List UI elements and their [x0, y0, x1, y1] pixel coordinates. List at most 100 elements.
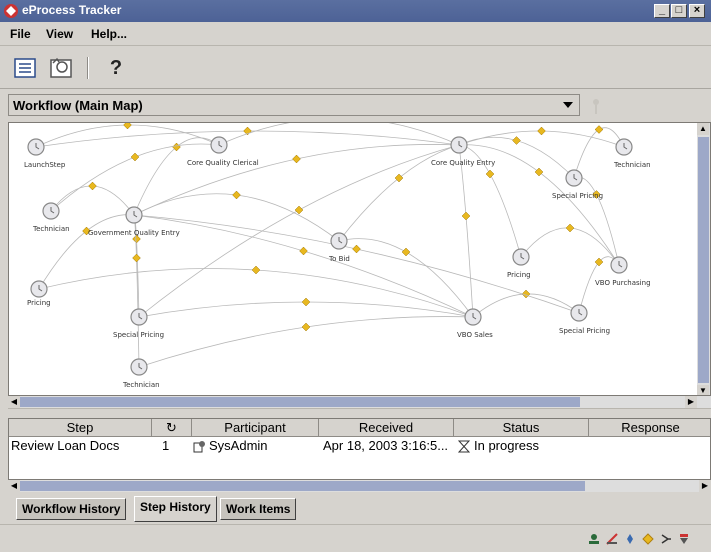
workflow-step-label: VBO Purchasing	[595, 279, 651, 287]
workflow-diagram: LaunchStep Core Quality Clerical Core Qual…	[24, 123, 651, 389]
menu-bar: File View Help...	[0, 22, 711, 46]
workflow-step-label: Special Pricing	[113, 331, 164, 339]
menu-view[interactable]: View	[46, 27, 73, 41]
decision-diamond-icon[interactable]	[132, 253, 141, 263]
cell-participant: SysAdmin	[209, 438, 268, 453]
workflow-connector	[133, 214, 580, 314]
workflow-connector	[38, 268, 474, 318]
toolbar: ?	[0, 47, 711, 89]
workflow-map[interactable]: LaunchStep Core Quality Clerical Core Qual…	[8, 122, 711, 396]
navigate-icon[interactable]	[589, 96, 603, 116]
decision-diamond-icon[interactable]	[565, 223, 575, 233]
close-button[interactable]: ×	[689, 4, 705, 18]
map-vertical-scrollbar[interactable]: ▲ ▼	[697, 123, 710, 395]
map-view-icon[interactable]	[48, 55, 74, 81]
workflow-selector-bar: Workflow (Main Map)	[0, 90, 711, 122]
title-bar: eProcess Tracker _ □ ×	[0, 0, 711, 22]
workflow-step-label: Core Quality Entry	[431, 159, 495, 167]
toolbar-separator	[87, 57, 89, 79]
scroll-left-arrow-icon[interactable]: ◀	[8, 396, 20, 408]
table-row[interactable]: Review Loan Docs 1 SysAdmin Apr 18, 2003…	[9, 437, 710, 455]
decision-diamond-icon[interactable]	[88, 181, 97, 191]
decision-diamond-icon[interactable]	[485, 169, 495, 179]
column-header-participant[interactable]: Participant	[192, 419, 319, 437]
cell-step: Review Loan Docs	[11, 438, 120, 453]
tab-work-items[interactable]: Work Items	[220, 498, 297, 520]
refresh-cycle-icon: ↻	[166, 420, 177, 435]
app-logo-icon	[4, 4, 18, 18]
decision-diamond-icon[interactable]	[512, 136, 521, 145]
status-bar	[0, 524, 711, 552]
decision-diamond-icon[interactable]	[537, 126, 546, 136]
menu-help[interactable]: Help...	[91, 27, 127, 41]
column-header-status[interactable]: Status	[454, 419, 589, 437]
user-status-icon	[589, 534, 599, 544]
decision-diamond-icon[interactable]	[461, 211, 471, 221]
decision-diamond-icon[interactable]	[299, 246, 308, 256]
help-button[interactable]: ?	[103, 55, 129, 81]
step-history-table: Step ↻ Participant Received Status Respo…	[8, 418, 711, 480]
cell-count: 1	[162, 438, 170, 453]
workflow-step-label: Special Pricing	[552, 192, 603, 200]
scroll-right-arrow-icon[interactable]: ▶	[685, 396, 697, 408]
decision-diamond-icon[interactable]	[401, 247, 411, 257]
scroll-up-arrow-icon[interactable]: ▲	[697, 123, 709, 135]
decision-diamond-icon[interactable]	[301, 322, 311, 332]
workflow-step-label: Technician	[613, 161, 651, 169]
column-header-count[interactable]: ↻	[152, 419, 192, 437]
decision-diamond-icon[interactable]	[534, 167, 544, 177]
workflow-connector	[218, 123, 460, 146]
workflow-step-label: Technician	[32, 225, 70, 233]
workflow-step-label: Core Quality Clerical	[187, 159, 259, 167]
workflow-step-label: LaunchStep	[24, 161, 66, 169]
window-title: eProcess Tracker	[22, 3, 122, 17]
workflow-step-label: Special Pricing	[559, 327, 610, 335]
scroll-down-arrow-icon[interactable]: ▼	[697, 385, 709, 395]
cell-received: Apr 18, 2003 3:16:5...	[323, 438, 449, 453]
cell-status: In progress	[474, 438, 540, 453]
minimize-button[interactable]: _	[654, 4, 670, 18]
decision-diamond-icon[interactable]	[123, 123, 132, 130]
decision-diamond-icon[interactable]	[251, 265, 261, 275]
diamond-status-icon	[642, 533, 654, 545]
table-horizontal-scrollbar[interactable]: ◀ ▶	[8, 480, 711, 492]
decision-diamond-icon[interactable]	[394, 173, 404, 183]
filter-status-icon	[680, 534, 688, 544]
workflow-step-label: Government Quality Entry	[88, 229, 180, 237]
marker-status-icon	[627, 534, 633, 544]
history-tabs: Workflow History Step History Work Items	[8, 496, 711, 522]
decision-diamond-icon[interactable]	[292, 154, 301, 164]
table-scroll-right-arrow-icon[interactable]: ▶	[699, 480, 711, 492]
chevron-down-icon	[563, 102, 573, 108]
decision-diamond-icon[interactable]	[301, 297, 311, 307]
list-view-icon[interactable]	[12, 55, 38, 81]
table-scroll-thumb[interactable]	[20, 481, 585, 491]
table-header: Step ↻ Participant Received Status Respo…	[9, 419, 710, 437]
workflow-dropdown[interactable]: Workflow (Main Map)	[8, 94, 580, 116]
workflow-step-label: Pricing	[507, 271, 531, 279]
edit-status-icon	[606, 533, 618, 545]
decision-diamond-icon[interactable]	[352, 244, 361, 254]
tab-workflow-history[interactable]: Workflow History	[16, 498, 127, 520]
column-header-response[interactable]: Response	[589, 419, 710, 437]
hourglass-icon	[458, 440, 470, 453]
decision-diamond-icon[interactable]	[232, 190, 241, 200]
decision-diamond-icon[interactable]	[130, 152, 140, 162]
map-horizontal-scrollbar[interactable]: ◀ ▶	[8, 396, 711, 408]
maximize-button[interactable]: □	[671, 4, 687, 18]
decision-diamond-icon[interactable]	[294, 205, 304, 215]
workflow-dropdown-value: Workflow (Main Map)	[13, 98, 143, 113]
map-vertical-scroll-thumb[interactable]	[698, 137, 709, 383]
workflow-connector	[138, 144, 460, 318]
workflow-step-label: To Bid	[328, 255, 350, 263]
column-header-step[interactable]: Step	[9, 419, 152, 437]
split-pane-divider[interactable]	[8, 408, 711, 416]
map-horizontal-scroll-thumb[interactable]	[20, 397, 580, 407]
column-header-received[interactable]: Received	[319, 419, 454, 437]
decision-diamond-icon[interactable]	[594, 125, 604, 134]
tab-step-history[interactable]: Step History	[134, 496, 217, 522]
workflow-connector	[520, 227, 620, 266]
app-window: eProcess Tracker _ □ × File View Help...…	[0, 0, 711, 552]
table-scroll-left-arrow-icon[interactable]: ◀	[8, 480, 20, 492]
menu-file[interactable]: File	[10, 27, 31, 41]
